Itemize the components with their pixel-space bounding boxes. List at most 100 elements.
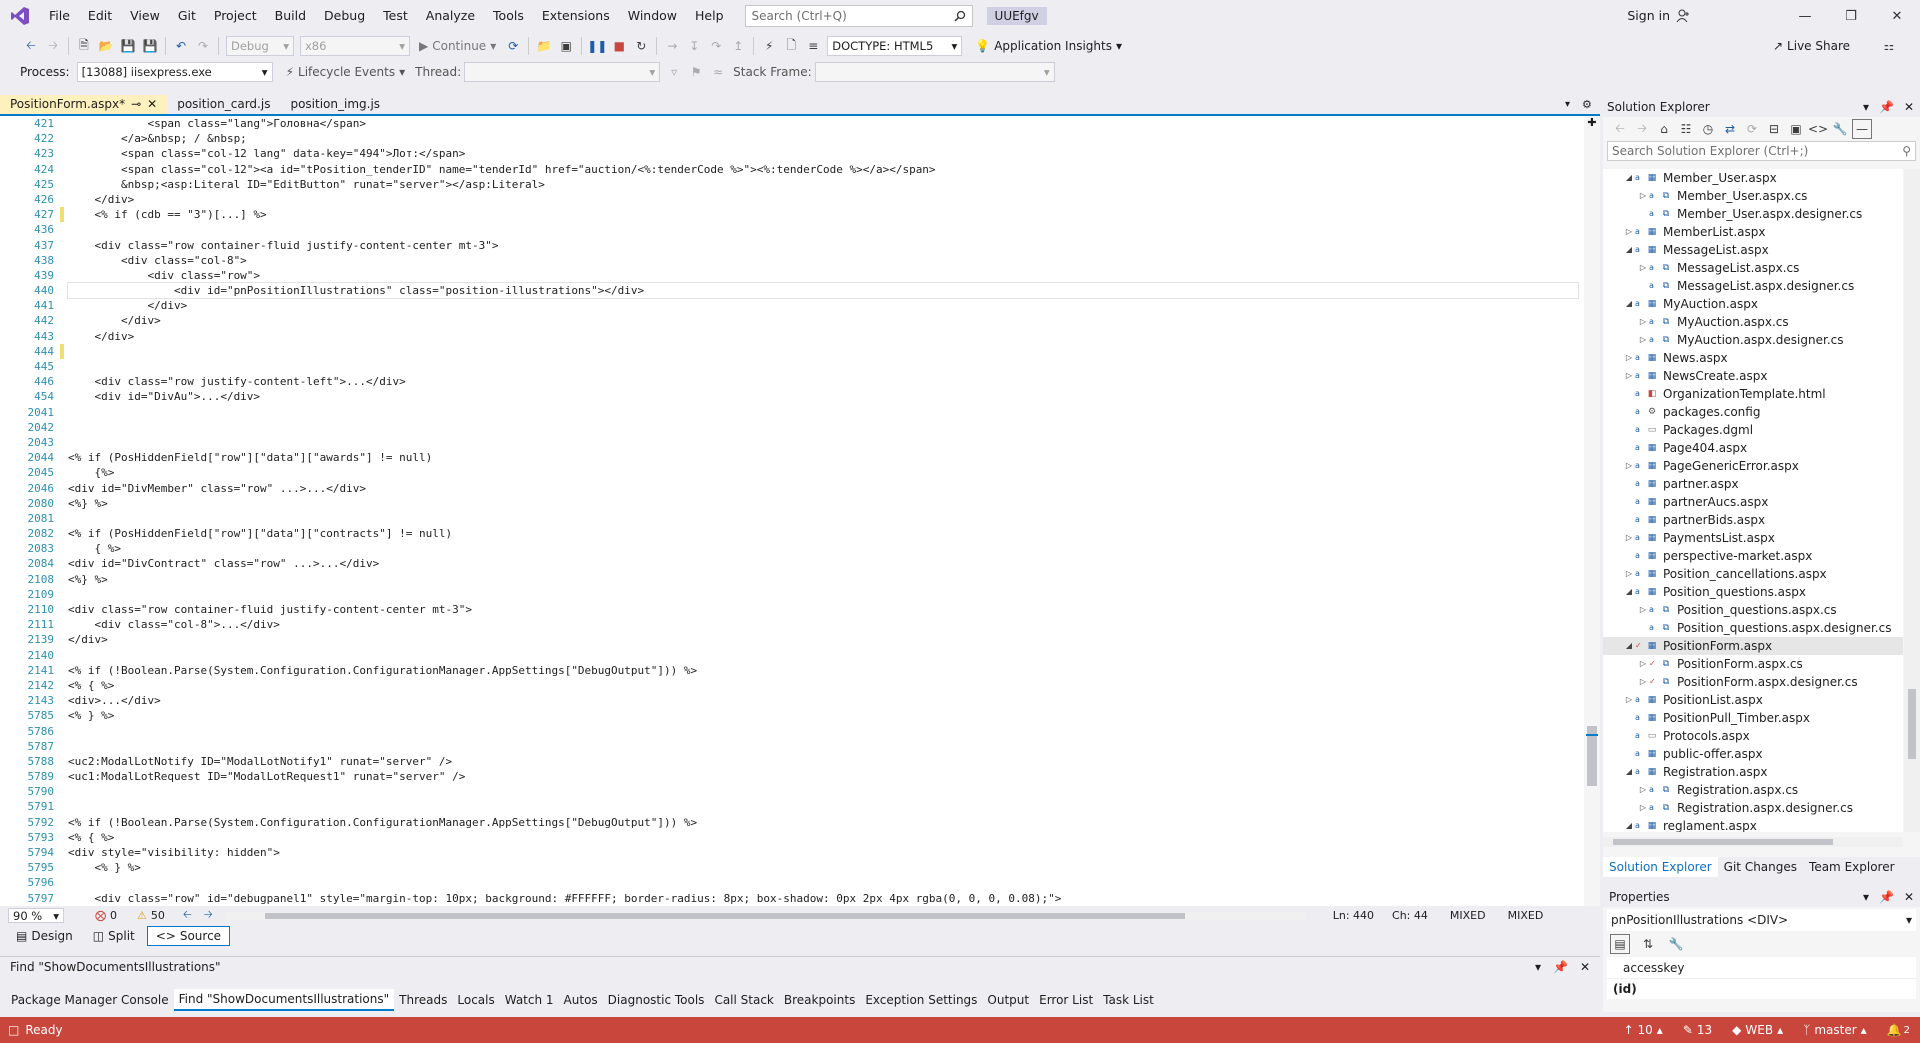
tree-item[interactable]: a ◧ OrganizationTemplate.html: [1603, 385, 1903, 403]
tree-item[interactable]: ▷ a ⧉ MessageList.aspx.cs: [1603, 259, 1903, 277]
tree-item[interactable]: ▷ a ⧉ Position_questions.aspx.cs: [1603, 601, 1903, 619]
tree-item[interactable]: ◢ a ▦ Member_User.aspx: [1603, 169, 1903, 187]
code-line[interactable]: <div id="pnPositionIllustrations" class=…: [67, 282, 1579, 300]
forward-icon[interactable]: 🡢: [1632, 119, 1652, 139]
code-line[interactable]: [68, 359, 1578, 374]
tree-item[interactable]: ◢ ✓ ▦ PositionForm.aspx: [1603, 637, 1903, 655]
code-line[interactable]: [68, 799, 1578, 814]
expanded-arrow-icon[interactable]: ◢: [1623, 763, 1635, 781]
threads-icon[interactable]: ≈: [708, 62, 728, 82]
collapsed-arrow-icon[interactable]: ▷: [1637, 655, 1649, 673]
code-line[interactable]: <span class="col-12"><a id="tPosition_te…: [68, 162, 1578, 177]
menu-item-extensions[interactable]: Extensions: [533, 0, 619, 32]
design-view-button[interactable]: ▤ Design: [8, 927, 81, 945]
tree-item[interactable]: a ▦ perspective-market.aspx: [1603, 547, 1903, 565]
tree-item[interactable]: ▷ a ▦ NewsCreate.aspx: [1603, 367, 1903, 385]
tree-item[interactable]: ▷ a ▦ News.aspx: [1603, 349, 1903, 367]
chevron-down-icon[interactable]: ▾: [1863, 100, 1869, 114]
code-line[interactable]: [68, 435, 1578, 450]
document-tab[interactable]: position_card.js: [167, 95, 280, 114]
process-dropdown[interactable]: [13088] iisexpress.exe ▾: [76, 62, 273, 82]
close-button[interactable]: ✕: [1874, 0, 1920, 32]
menu-item-debug[interactable]: Debug: [315, 0, 374, 32]
minimize-button[interactable]: —: [1782, 0, 1828, 32]
collapsed-arrow-icon[interactable]: ▷: [1637, 259, 1649, 277]
collapse-all-icon[interactable]: ⊟: [1764, 119, 1784, 139]
tree-item[interactable]: ▷ a ⧉ Registration.aspx.cs: [1603, 781, 1903, 799]
tree-vertical-scrollbar[interactable]: [1904, 169, 1920, 832]
tree-item[interactable]: a ▭ Protocols.aspx: [1603, 727, 1903, 745]
menu-item-help[interactable]: Help: [686, 0, 733, 32]
collapsed-arrow-icon[interactable]: ▷: [1637, 187, 1649, 205]
filter-icon[interactable]: ▿: [664, 62, 684, 82]
collapsed-arrow-icon[interactable]: ▷: [1623, 349, 1635, 367]
tool-window-tab[interactable]: Autos: [559, 990, 603, 1010]
pin-icon[interactable]: ⊸: [131, 95, 141, 114]
code-line[interactable]: [68, 405, 1578, 420]
menu-item-edit[interactable]: Edit: [79, 0, 121, 32]
code-line[interactable]: <% if (PosHiddenField["row"]["data"]["aw…: [68, 450, 1578, 465]
tree-item[interactable]: ▷ a ▦ MemberList.aspx: [1603, 223, 1903, 241]
refresh-icon[interactable]: ⟳: [1742, 119, 1762, 139]
code-line[interactable]: <% if (!Boolean.Parse(System.Configurati…: [68, 663, 1578, 678]
tree-item[interactable]: a ▦ partner.aspx: [1603, 475, 1903, 493]
open-folder-icon[interactable]: 📂: [96, 36, 116, 56]
code-line[interactable]: <span class="col-12 lang" data-key="494"…: [68, 146, 1578, 161]
expanded-arrow-icon[interactable]: ◢: [1623, 583, 1635, 601]
pause-icon[interactable]: ❚❚: [587, 36, 607, 56]
menu-item-file[interactable]: File: [40, 0, 79, 32]
feedback-icon[interactable]: ⚏: [1879, 36, 1899, 56]
code-line[interactable]: [68, 420, 1578, 435]
history-icon[interactable]: ◷: [1698, 119, 1718, 139]
restart-icon[interactable]: ↻: [631, 36, 651, 56]
tool-window-tab[interactable]: Exception Settings: [860, 990, 982, 1010]
code-line[interactable]: [68, 739, 1578, 754]
tree-item[interactable]: ◢ a ▦ Position_questions.aspx: [1603, 583, 1903, 601]
undo-icon[interactable]: ↶: [171, 36, 191, 56]
tree-horizontal-scrollbar[interactable]: [1603, 837, 1903, 847]
code-line[interactable]: [68, 648, 1578, 663]
stop-icon[interactable]: ■: [609, 36, 629, 56]
code-line[interactable]: <div>...</div>: [68, 693, 1578, 708]
expanded-arrow-icon[interactable]: ◢: [1623, 637, 1635, 655]
code-line[interactable]: <div id="DivMember" class="row" ...>...<…: [68, 481, 1578, 496]
code-line[interactable]: </div>: [68, 632, 1578, 647]
code-line[interactable]: <% } %>: [68, 708, 1578, 723]
vertical-scrollbar[interactable]: ✚: [1584, 116, 1600, 906]
collapsed-arrow-icon[interactable]: ▷: [1623, 457, 1635, 475]
show-all-files-icon[interactable]: ▣: [1786, 119, 1806, 139]
step-out-icon[interactable]: ↥: [728, 36, 748, 56]
solution-explorer-tab[interactable]: Git Changes: [1718, 857, 1803, 877]
property-pages-icon[interactable]: 🔧: [1666, 934, 1686, 954]
property-row-accesskey[interactable]: accesskey: [1607, 957, 1916, 979]
branch-selector[interactable]: ᛉ master ▴: [1803, 1023, 1867, 1037]
document-tab[interactable]: position_img.js: [280, 95, 390, 114]
source-view-button[interactable]: <> Source: [146, 926, 231, 946]
horizontal-scrollbar[interactable]: [224, 911, 1305, 920]
code-line[interactable]: [68, 784, 1578, 799]
code-line[interactable]: &nbsp;<asp:Literal ID="EditButton" runat…: [68, 177, 1578, 192]
alphabetical-icon[interactable]: ⇅: [1638, 934, 1658, 954]
back-icon[interactable]: 🡠: [1610, 119, 1630, 139]
new-project-icon[interactable]: 🗎: [74, 36, 94, 56]
search-input[interactable]: Search (Ctrl+Q): [744, 5, 973, 27]
code-line[interactable]: <% if (PosHiddenField["row"]["data"]["co…: [68, 526, 1578, 541]
step-into-icon[interactable]: ↧: [684, 36, 704, 56]
code-line[interactable]: <div id="DivAu">...</div>: [68, 389, 1578, 404]
collapsed-arrow-icon[interactable]: ▷: [1623, 529, 1635, 547]
code-line[interactable]: [68, 511, 1578, 526]
collapsed-arrow-icon[interactable]: ▷: [1637, 781, 1649, 799]
code-line[interactable]: [68, 587, 1578, 602]
tool-window-tab[interactable]: Threads: [394, 990, 452, 1010]
expanded-arrow-icon[interactable]: ◢: [1623, 169, 1635, 187]
hot-reload-icon[interactable]: ⚡: [759, 36, 779, 56]
code-text-area[interactable]: <span class="lang">Головна</span> </a>&n…: [67, 116, 1579, 906]
menu-item-build[interactable]: Build: [266, 0, 315, 32]
code-line[interactable]: <div class="row container-fluid justify-…: [68, 238, 1578, 253]
tool-window-tab[interactable]: Watch 1: [500, 990, 559, 1010]
solution-explorer-search-input[interactable]: Search Solution Explorer (Ctrl+;) ⚲: [1607, 141, 1916, 161]
preview-icon[interactable]: —: [1852, 119, 1872, 139]
code-line[interactable]: <% { %>: [68, 678, 1578, 693]
tree-item[interactable]: a ▦ partnerBids.aspx: [1603, 511, 1903, 529]
tree-item[interactable]: a ▦ PositionPull_Timber.aspx: [1603, 709, 1903, 727]
